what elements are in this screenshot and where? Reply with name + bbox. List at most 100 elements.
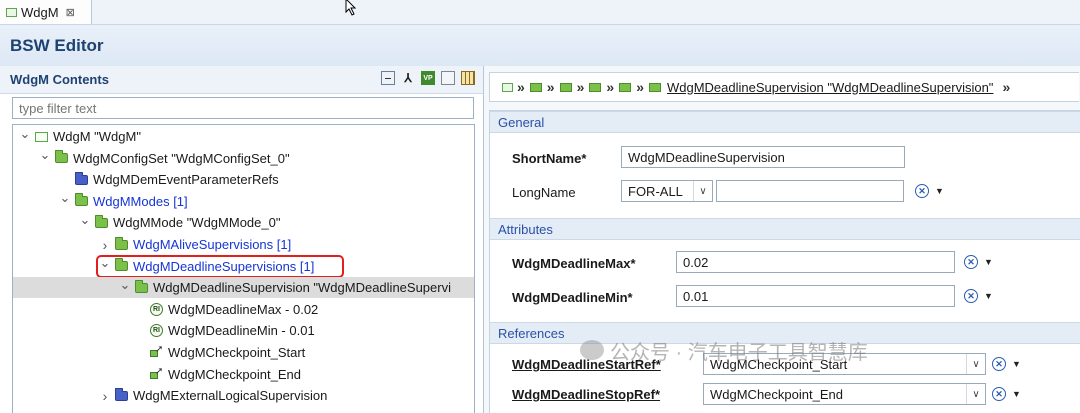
collapse-all-icon[interactable] (381, 71, 395, 85)
collapse-chevron-icon[interactable]: › (98, 388, 112, 404)
deadline-stop-ref-tools: ✕ ▼ (992, 387, 1021, 401)
vp-icon[interactable]: VP (421, 71, 435, 85)
contents-pane: WdgM Contents ⅄ VP ⌄WdgM "WdgM"⌄WdgMConf… (0, 66, 484, 413)
tree-node-label: WdgMAliveSupervisions [1] (133, 237, 292, 252)
chevron-right-icon[interactable]: » (1002, 79, 1010, 95)
chevron-down-icon[interactable]: ∨ (966, 354, 985, 374)
section-attributes-title: Attributes (498, 222, 553, 237)
chevron-down-icon[interactable]: ∨ (966, 384, 985, 404)
options-icon[interactable]: ✕ (992, 387, 1006, 401)
options-icon[interactable]: ✕ (964, 255, 978, 269)
chevron-down-icon[interactable]: ∨ (693, 181, 712, 201)
tree-node[interactable]: ⌄ WdgMModes [1] (58, 190, 188, 212)
tree-node-label: WdgMExternalLogicalSupervision (133, 388, 328, 404)
expand-chevron-icon[interactable]: ⌄ (78, 212, 92, 228)
options-icon[interactable]: ✕ (964, 289, 978, 303)
chevron-right-icon[interactable]: » (636, 79, 644, 95)
wechat-logo-icon (580, 340, 604, 360)
expand-chevron-icon[interactable]: ⌄ (38, 147, 52, 163)
expand-chevron-icon[interactable]: ⌄ (58, 190, 72, 206)
module-icon (35, 131, 48, 142)
dropdown-arrow-icon[interactable]: ▼ (935, 186, 944, 196)
tab-wdgm[interactable]: WdgM ⊠ (0, 0, 92, 24)
section-references-title: References (498, 326, 565, 341)
options-icon[interactable]: ✕ (992, 357, 1006, 371)
folder-icon[interactable] (559, 82, 572, 92)
shortname-field[interactable]: WdgMDeadlineSupervision (621, 146, 905, 168)
section-general[interactable]: General (490, 111, 1080, 133)
options-icon[interactable]: ✕ (915, 184, 929, 198)
folder-icon (75, 193, 88, 207)
properties-form: General ShortName* WdgMDeadlineSupervisi… (489, 110, 1080, 413)
tree-node[interactable]: › WdgMExternalLogicalSupervision (98, 385, 327, 406)
tree-node-label: WdgMModes [1] (93, 193, 188, 209)
chevron-right-icon[interactable]: » (547, 79, 555, 95)
expand-chevron-icon[interactable]: ⌄ (18, 126, 32, 142)
contents-toolbar: ⅄ VP (381, 71, 475, 85)
parameter-icon: RI (150, 302, 163, 316)
tree-node-label: WdgMCheckpoint_Start (168, 345, 306, 360)
filter-input[interactable] (13, 98, 473, 118)
deadline-max-field[interactable]: 0.02 (676, 251, 955, 273)
tree-node-label: WdgMConfigSet "WdgMConfigSet_0" (73, 150, 290, 166)
dropdown-arrow-icon[interactable]: ▼ (1012, 389, 1021, 399)
chevron-right-icon[interactable]: » (606, 79, 614, 95)
tree-node-label: WdgM "WdgM" (53, 129, 141, 144)
tree-node[interactable]: ⌄ WdgMDeadlineSupervision "WdgMDeadlineSu… (118, 277, 451, 298)
filter-input-box[interactable] (12, 97, 474, 119)
deadline-min-label: WdgMDeadlineMin* (512, 290, 633, 305)
close-icon[interactable]: ⊠ (66, 6, 75, 19)
dropdown-arrow-icon[interactable]: ▼ (1012, 359, 1021, 369)
link-icon[interactable]: ⅄ (401, 71, 415, 85)
shortname-label: ShortName* (512, 151, 587, 166)
longname-tools: ✕ ▼ (915, 184, 944, 198)
grid-icon[interactable] (461, 71, 475, 85)
tree-node-label: WdgMDeadlineMin - 0.01 (168, 323, 315, 339)
expand-chevron-icon[interactable]: ⌄ (118, 277, 132, 293)
reference-icon (150, 344, 163, 358)
deadline-stop-ref-select[interactable]: WdgMCheckpoint_End ∨ (703, 383, 986, 405)
contents-tree[interactable]: ⌄ WdgM "WdgM" ⌄ WdgMConfigSet "WdgMConfigSe… (12, 124, 475, 413)
deadline-stop-ref-value: WdgMCheckpoint_End (710, 386, 843, 402)
tree-node[interactable]: ⌄ WdgMConfigSet "WdgMConfigSet_0" (38, 147, 290, 169)
folder-icon (135, 279, 148, 293)
properties-pane: » » » » » WdgMDeadlineSupervision "WdgMD… (484, 66, 1080, 413)
editor-title: BSW Editor (10, 36, 104, 55)
tree-node-label: WdgMCheckpoint_End (168, 366, 301, 382)
tree-node[interactable]: WdgMDemEventParameterRefs (58, 169, 279, 190)
section-attributes[interactable]: Attributes (490, 218, 1080, 240)
deadline-max-tools: ✕ ▼ (964, 255, 993, 269)
tree-node[interactable]: RI WdgMDeadlineMax - 0.02 (133, 299, 318, 320)
module-icon[interactable] (502, 82, 513, 92)
section-general-title: General (498, 115, 545, 130)
tree-node[interactable]: RI WdgMDeadlineMin - 0.01 (133, 320, 315, 341)
tree-node-label: WdgMMode "WdgMMode_0" (113, 215, 281, 231)
tree-node[interactable]: ⌄ WdgM "WdgM" (18, 126, 141, 147)
module-icon (6, 7, 17, 17)
tree-node[interactable]: WdgMCheckpoint_End (133, 364, 301, 385)
editor-tab-strip: WdgM ⊠ (0, 0, 1080, 25)
chevron-right-icon[interactable]: » (517, 79, 525, 95)
folder-icon[interactable] (589, 82, 602, 92)
collapse-chevron-icon[interactable]: › (98, 237, 112, 253)
breadcrumb-current-link[interactable]: WdgMDeadlineSupervision "WdgMDeadlineSup… (667, 80, 993, 95)
folder-icon (95, 214, 108, 228)
longname-label: LongName (512, 185, 576, 200)
deadline-stop-ref-label[interactable]: WdgMDeadlineStopRef* (512, 387, 660, 402)
dropdown-arrow-icon[interactable]: ▼ (984, 291, 993, 301)
longname-language-select[interactable]: FOR-ALL ∨ (621, 180, 713, 202)
longname-field[interactable] (716, 180, 904, 202)
tree-node[interactable]: ⌄ WdgMMode "WdgMMode_0" (78, 212, 281, 233)
dropdown-arrow-icon[interactable]: ▼ (984, 257, 993, 267)
red-highlight-box (96, 254, 344, 278)
breadcrumb: » » » » » WdgMDeadlineSupervision "WdgMD… (489, 72, 1079, 102)
chevron-right-icon[interactable]: » (577, 79, 585, 95)
document-icon[interactable] (441, 71, 455, 85)
folder-icon[interactable] (648, 82, 661, 92)
tree-node[interactable]: › WdgMAliveSupervisions [1] (98, 234, 291, 255)
deadline-min-field[interactable]: 0.01 (676, 285, 955, 307)
tree-node[interactable]: WdgMCheckpoint_Start (133, 342, 305, 363)
watermark: 公众号 · 汽车电子工具智慧库 (580, 335, 868, 365)
folder-icon[interactable] (529, 82, 542, 92)
folder-icon[interactable] (619, 82, 632, 92)
